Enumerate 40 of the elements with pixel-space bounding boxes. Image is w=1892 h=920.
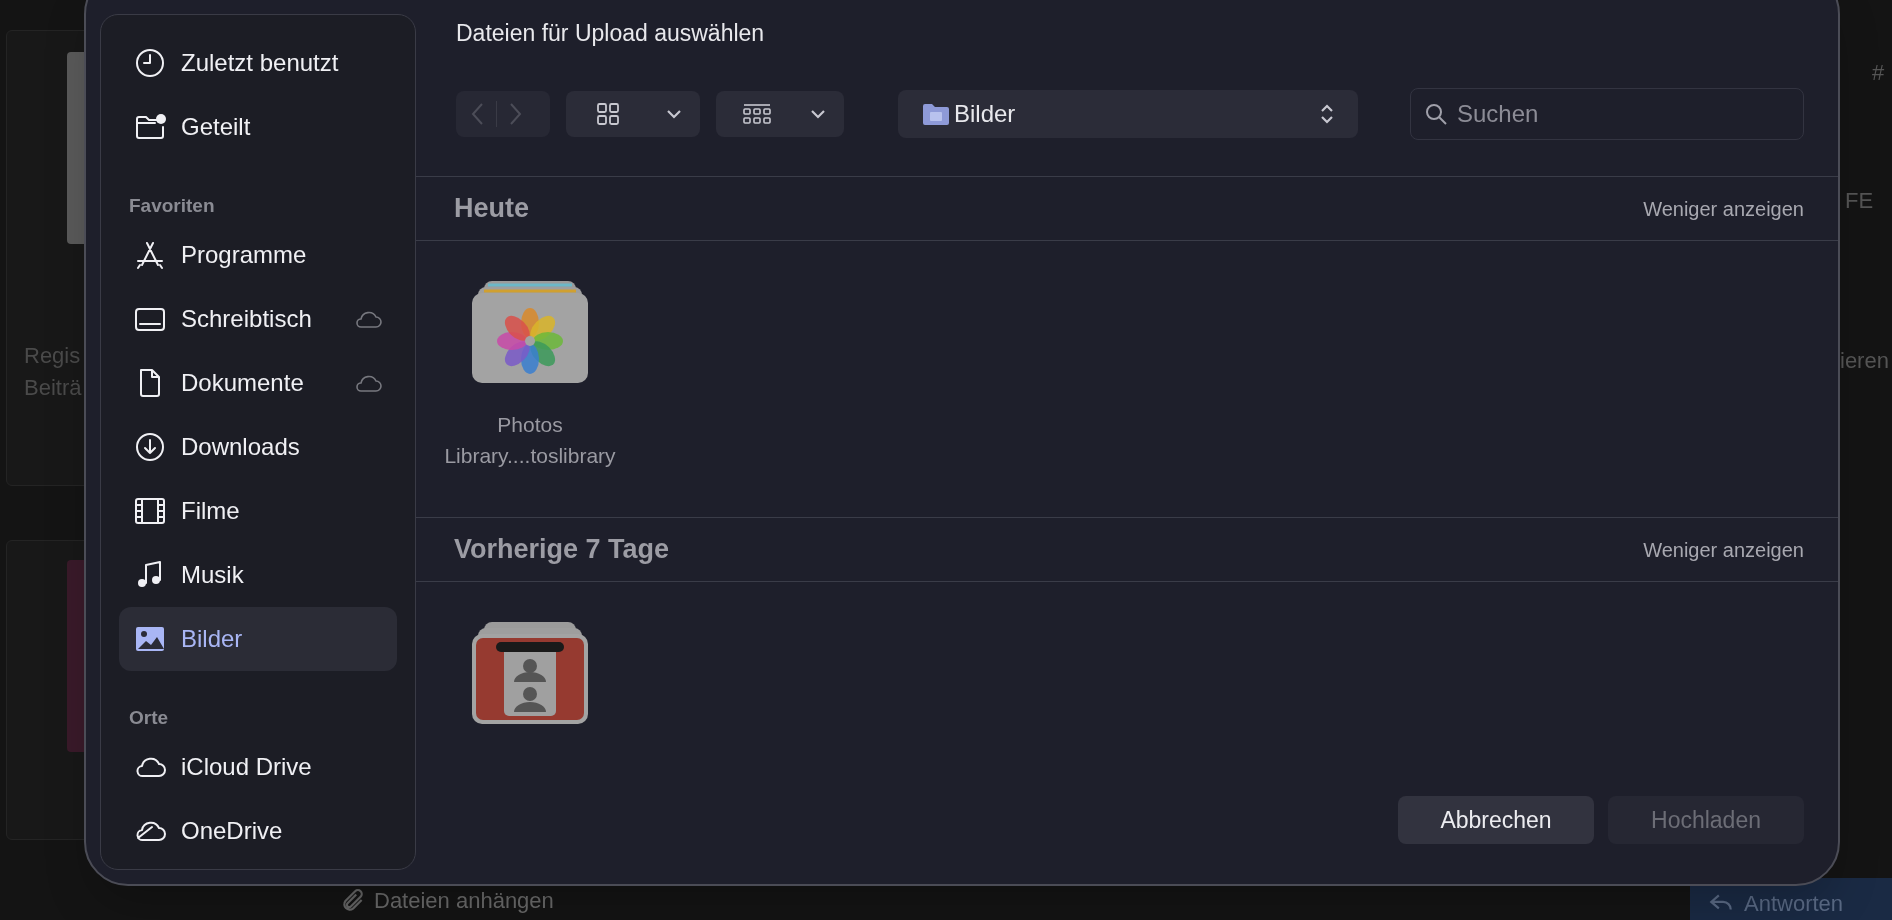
sidebar-item[interactable]: Downloads <box>119 415 397 479</box>
photo-booth-icon <box>470 620 590 726</box>
up-down-chevron-icon <box>1320 103 1334 125</box>
sidebar-item[interactable]: Schreibtisch <box>119 287 397 351</box>
download-icon <box>133 431 167 463</box>
sidebar-item[interactable]: OneDrive <box>119 799 397 863</box>
section-title: Heute <box>454 192 529 226</box>
sidebar-item[interactable]: Programme <box>119 223 397 287</box>
section-heading: Orte <box>128 707 170 729</box>
sidebar-item[interactable]: Musik <box>119 543 397 607</box>
view-mode-button[interactable] <box>566 91 700 137</box>
section-heading: Favoriten <box>128 195 216 217</box>
group-button[interactable] <box>716 91 844 137</box>
paperclip-icon <box>340 888 366 914</box>
action-label: ieren <box>1840 347 1889 375</box>
sidebar-item[interactable]: Filme <box>119 479 397 543</box>
film-icon <box>133 495 167 527</box>
grid-icon <box>596 102 620 126</box>
folder-icon <box>922 102 950 126</box>
dialog-title: Dateien für Upload auswählen <box>456 19 766 48</box>
location-dropdown[interactable]: Bilder <box>898 90 1358 138</box>
show-less-link[interactable]: Weniger anzeigen <box>1643 193 1804 224</box>
sidebar-item[interactable]: iCloud Drive <box>119 735 397 799</box>
post-number: # <box>1872 59 1885 87</box>
post-label: FE <box>1845 187 1874 215</box>
cancel-button[interactable]: Abbrechen <box>1398 796 1594 844</box>
sidebar-item[interactable]: Geteilt <box>119 95 397 159</box>
section-title: Vorherige 7 Tage <box>454 533 670 567</box>
search-field[interactable]: Suchen <box>1410 88 1804 140</box>
show-less-link[interactable]: Weniger anzeigen <box>1643 534 1804 565</box>
sidebar-item[interactable]: Dokumente <box>119 351 397 415</box>
chevron-down-icon <box>810 109 826 119</box>
search-icon <box>1424 102 1448 126</box>
clock-icon <box>133 47 167 79</box>
sidebar-item[interactable]: Bilder <box>119 607 397 671</box>
group-grid-icon <box>742 102 772 126</box>
photo-library-icon <box>470 279 590 385</box>
file-name[interactable]: Photos Library....toslibrary <box>432 409 628 471</box>
sidebar-item[interactable]: Zuletzt benutzt <box>119 31 397 95</box>
chevron-down-icon <box>666 109 682 119</box>
